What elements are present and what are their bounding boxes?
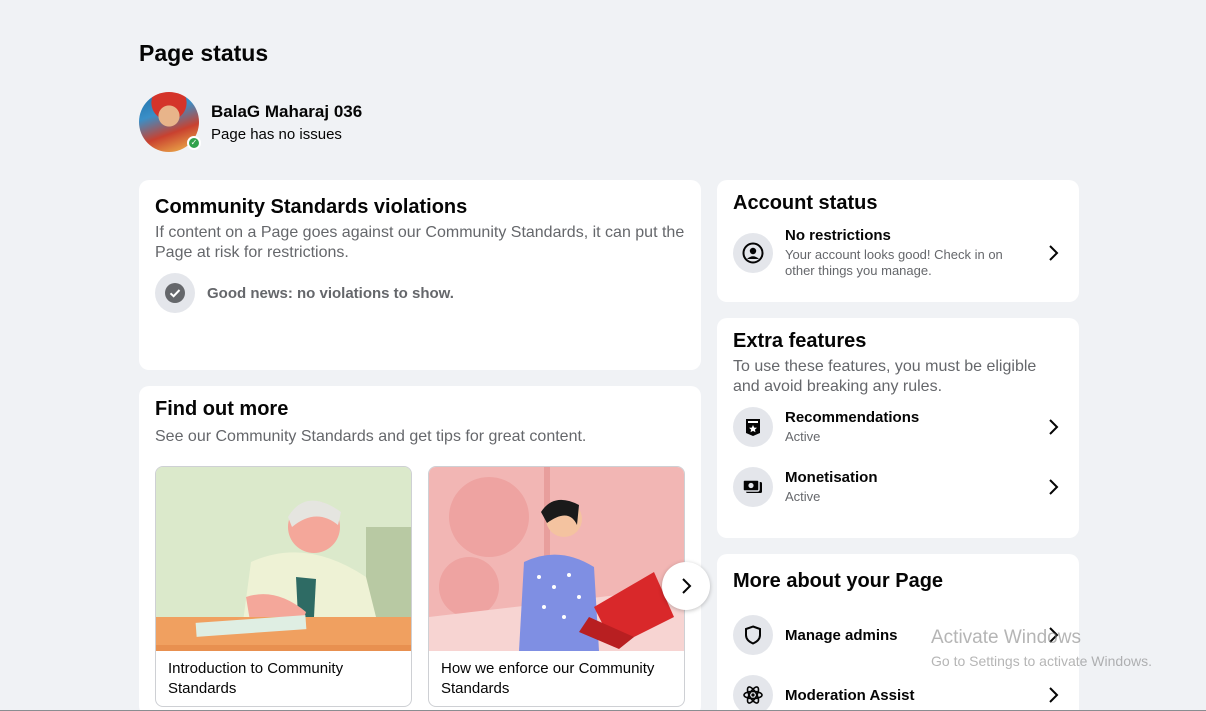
violations-card: Community Standards violations If conten… bbox=[139, 180, 701, 370]
monetisation-row[interactable]: Monetisation Active bbox=[733, 467, 1063, 507]
chevron-right-icon bbox=[1049, 687, 1059, 703]
atom-icon bbox=[733, 675, 773, 711]
account-status-card: Account status No restrictions Your acco… bbox=[717, 180, 1079, 302]
no-restrictions-subtitle: Your account looks good! Check in on oth… bbox=[785, 247, 1003, 278]
recommendations-status: Active bbox=[785, 429, 821, 444]
chevron-right-icon bbox=[1049, 245, 1059, 261]
carousel-next-button[interactable] bbox=[662, 562, 710, 610]
page-profile: ✓ BalaG Maharaj 036 Page has no issues bbox=[139, 92, 362, 152]
chevron-right-icon bbox=[1049, 419, 1059, 435]
user-circle-icon bbox=[733, 233, 773, 273]
illustration-elderly-man bbox=[156, 467, 411, 651]
verified-check-icon: ✓ bbox=[187, 136, 201, 150]
monetisation-status: Active bbox=[785, 489, 821, 504]
extra-features-description: To use these features, you must be eligi… bbox=[733, 358, 1037, 395]
account-status-title: Account status bbox=[733, 192, 878, 214]
badge-star-icon bbox=[733, 407, 773, 447]
moderation-assist-title: Moderation Assist bbox=[785, 686, 915, 704]
check-circle-icon bbox=[155, 273, 195, 313]
violations-description: If content on a Page goes against our Co… bbox=[155, 224, 685, 261]
page-title: Page status bbox=[139, 40, 269, 66]
more-about-title: More about your Page bbox=[733, 570, 944, 592]
watermark-line2: Go to Settings to activate Windows. bbox=[931, 653, 1152, 669]
money-icon bbox=[733, 467, 773, 507]
shield-icon bbox=[733, 615, 773, 655]
no-restrictions-row[interactable]: No restrictions Your account looks good!… bbox=[733, 227, 1063, 279]
violations-status-row: Good news: no violations to show. bbox=[155, 273, 685, 313]
watermark-line1: Activate Windows bbox=[931, 627, 1081, 648]
article-caption: How we enforce our Community Standards bbox=[441, 660, 655, 697]
moderation-assist-row[interactable]: Moderation Assist bbox=[733, 675, 1063, 711]
monetisation-title: Monetisation bbox=[785, 469, 878, 486]
chevron-right-icon bbox=[1049, 479, 1059, 495]
illustration-woman-laptop bbox=[429, 467, 684, 651]
find-out-more-title: Find out more bbox=[155, 398, 289, 420]
good-news-text: Good news: no violations to show. bbox=[207, 284, 454, 302]
chevron-right-icon bbox=[682, 578, 692, 594]
violations-title: Community Standards violations bbox=[155, 196, 468, 218]
article-card-introduction[interactable]: Introduction to Community Standards bbox=[155, 466, 412, 707]
profile-status: Page has no issues bbox=[211, 125, 342, 143]
avatar[interactable]: ✓ bbox=[139, 92, 201, 152]
find-out-more-description: See our Community Standards and get tips… bbox=[155, 428, 587, 445]
extra-features-card: Extra features To use these features, yo… bbox=[717, 318, 1079, 538]
no-restrictions-title: No restrictions bbox=[785, 227, 891, 244]
activate-windows-watermark: Activate Windows Go to Settings to activ… bbox=[931, 627, 1152, 669]
profile-name[interactable]: BalaG Maharaj 036 bbox=[211, 102, 362, 122]
recommendations-title: Recommendations bbox=[785, 409, 920, 426]
extra-features-title: Extra features bbox=[733, 330, 867, 352]
recommendations-row[interactable]: Recommendations Active bbox=[733, 407, 1063, 447]
article-card-enforce[interactable]: How we enforce our Community Standards bbox=[428, 466, 685, 707]
article-caption: Introduction to Community Standards bbox=[168, 660, 344, 697]
